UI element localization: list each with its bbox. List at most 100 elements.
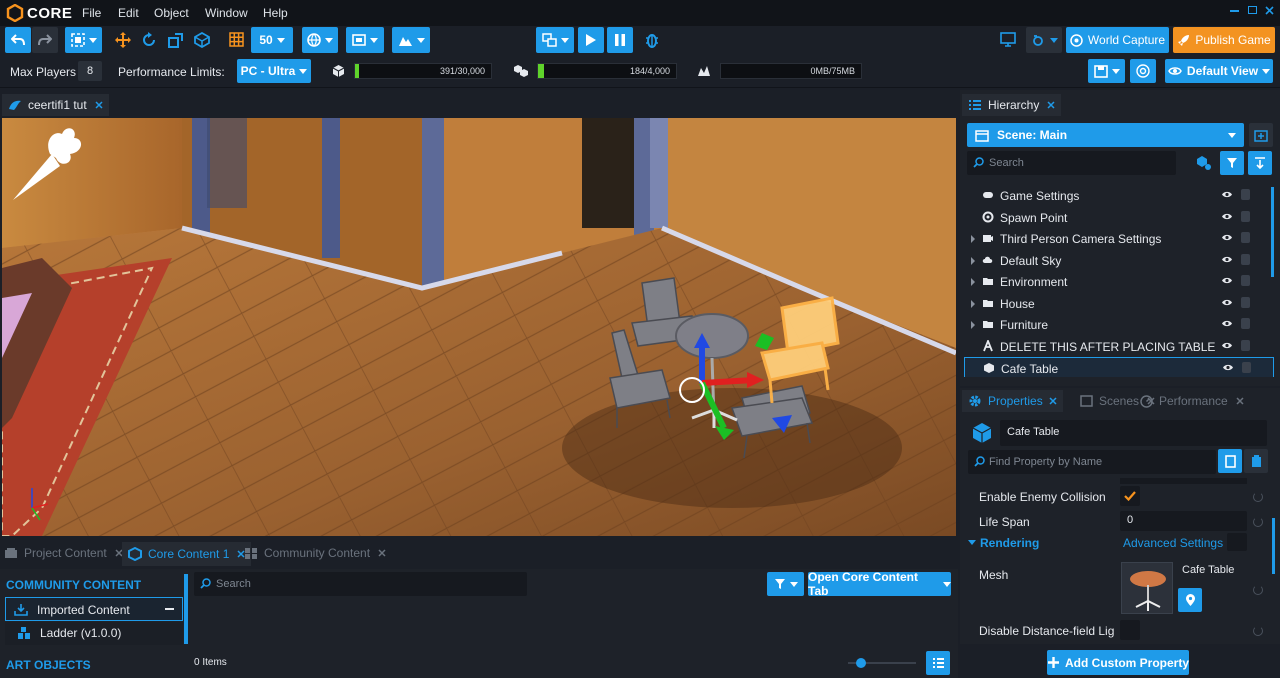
reset-icon[interactable]	[1253, 517, 1263, 527]
grid-snap-icon[interactable]	[229, 32, 244, 47]
world-local-dropdown[interactable]	[302, 27, 338, 53]
lock-icon[interactable]	[1241, 318, 1250, 329]
expand-arrow-icon[interactable]	[971, 299, 975, 308]
project-content-tab[interactable]: Project Content	[4, 546, 123, 560]
rendering-section-header[interactable]: Rendering	[980, 536, 1039, 550]
visibility-icon[interactable]	[1221, 276, 1233, 285]
world-space-icon[interactable]	[194, 32, 210, 48]
menu-window[interactable]: Window	[205, 6, 248, 20]
hierarchy-item-cafe-table[interactable]: Cafe Table	[964, 357, 1274, 377]
lock-icon[interactable]	[1241, 253, 1250, 265]
reset-icon[interactable]	[1253, 585, 1263, 595]
expand-arrow-icon[interactable]	[971, 235, 975, 243]
lock-icon[interactable]	[1242, 362, 1251, 373]
camera-capture-dropdown[interactable]	[1026, 27, 1062, 53]
visibility-icon[interactable]	[1221, 298, 1233, 307]
lock-icon[interactable]	[1241, 275, 1250, 286]
hierarchy-item-camera-settings[interactable]: Third Person Camera Settings	[964, 228, 1274, 249]
new-scene-button[interactable]	[1249, 123, 1273, 147]
menu-object[interactable]: Object	[154, 6, 189, 20]
open-core-content-tab-button[interactable]: Open Core Content Tab	[808, 570, 951, 598]
imported-content-item[interactable]: Imported Content	[5, 597, 183, 621]
properties-tab[interactable]: Properties	[962, 390, 1063, 412]
close-tab-icon[interactable]	[1049, 397, 1057, 405]
list-view-button[interactable]	[926, 651, 950, 675]
hierarchy-search-input[interactable]: Search	[967, 151, 1176, 175]
hierarchy-scrollbar[interactable]	[1271, 187, 1274, 277]
selection-mode-button[interactable]	[65, 27, 102, 53]
max-players-input[interactable]: 8	[78, 61, 102, 81]
lock-icon[interactable]	[1241, 232, 1250, 243]
close-tab-icon[interactable]	[378, 549, 386, 557]
category-scrollbar[interactable]	[184, 574, 188, 644]
visibility-icon[interactable]	[1221, 190, 1233, 199]
core-content-tab[interactable]: Core Content 1	[122, 542, 252, 566]
content-filter-dropdown[interactable]	[767, 572, 804, 596]
terrain-dropdown[interactable]	[392, 27, 430, 53]
hierarchy-item-game-settings[interactable]: Game Settings	[964, 185, 1274, 206]
ladder-item[interactable]: Ladder (v1.0.0)	[5, 622, 183, 645]
screen-share-icon[interactable]	[1000, 32, 1016, 47]
play-button[interactable]	[578, 27, 604, 53]
reset-icon[interactable]	[1253, 492, 1263, 502]
visibility-icon[interactable]	[1221, 212, 1233, 221]
menu-file[interactable]: File	[82, 6, 101, 20]
object-name-input[interactable]: Cafe Table	[1000, 420, 1267, 446]
close-tab-icon[interactable]	[95, 101, 103, 109]
viewport-tab[interactable]: ceertifi1 tut	[2, 94, 109, 116]
hierarchy-item-house[interactable]: House	[964, 293, 1274, 314]
snap-value-dropdown[interactable]: 50	[251, 27, 293, 53]
scene-viewport[interactable]	[2, 118, 956, 536]
scale-icon[interactable]	[168, 32, 184, 48]
lock-icon[interactable]	[1241, 210, 1250, 222]
visibility-icon[interactable]	[1221, 341, 1233, 350]
properties-scrollbar[interactable]	[1272, 518, 1275, 574]
close-tab-icon[interactable]	[1047, 101, 1055, 109]
menu-edit[interactable]: Edit	[118, 6, 139, 20]
object-filter-icon[interactable]	[1196, 155, 1212, 171]
community-content-header[interactable]: COMMUNITY CONTENT	[6, 578, 141, 592]
menu-help[interactable]: Help	[263, 6, 288, 20]
expand-arrow-icon[interactable]	[971, 321, 975, 329]
wifi-button[interactable]	[1130, 59, 1156, 83]
advanced-settings-checkbox[interactable]	[1227, 533, 1247, 551]
multiplayer-preview-dropdown[interactable]	[536, 27, 574, 53]
copy-properties-button[interactable]	[1218, 449, 1242, 473]
hierarchy-item-spawn-point[interactable]: Spawn Point	[964, 207, 1274, 228]
reset-icon[interactable]	[1253, 626, 1263, 636]
hierarchy-item-furniture[interactable]: Furniture	[964, 314, 1274, 335]
find-property-input[interactable]: Find Property by Name	[968, 450, 1216, 474]
add-custom-property-button[interactable]: Add Custom Property	[1047, 650, 1189, 675]
disable-distance-field-checkbox[interactable]	[1120, 620, 1140, 640]
hierarchy-tab[interactable]: Hierarchy	[962, 94, 1062, 116]
pause-button[interactable]	[607, 27, 633, 53]
performance-tab[interactable]: Performance	[1140, 394, 1244, 408]
minimize-icon[interactable]	[1230, 10, 1239, 12]
publish-game-button[interactable]: Publish Game	[1173, 27, 1275, 53]
paste-properties-button[interactable]	[1244, 449, 1268, 473]
hierarchy-item-delete-note[interactable]: DELETE THIS AFTER PLACING TABLE	[964, 336, 1274, 357]
collapse-all-button[interactable]	[1248, 151, 1272, 175]
restore-icon[interactable]	[1248, 6, 1257, 14]
scene-selector[interactable]: Scene: Main	[967, 123, 1244, 147]
debug-icon[interactable]	[645, 32, 659, 48]
world-capture-button[interactable]: World Capture	[1066, 27, 1169, 53]
collapse-arrow-icon[interactable]	[968, 540, 976, 545]
hierarchy-item-environment[interactable]: Environment	[964, 271, 1274, 292]
platform-dropdown[interactable]: PC - Ultra	[237, 59, 311, 83]
scene-render[interactable]	[2, 118, 956, 536]
lock-icon[interactable]	[1241, 339, 1250, 351]
mesh-picker-button[interactable]	[1178, 588, 1202, 612]
rotate-icon[interactable]	[141, 32, 157, 48]
move-icon[interactable]	[115, 32, 131, 48]
enable-enemy-collision-checkbox[interactable]	[1120, 486, 1140, 506]
redo-button[interactable]	[32, 27, 58, 53]
community-content-tab[interactable]: Community Content	[244, 546, 386, 560]
expand-arrow-icon[interactable]	[971, 278, 975, 286]
visibility-icon[interactable]	[1221, 233, 1233, 242]
visibility-icon[interactable]	[1221, 255, 1233, 264]
content-search-input[interactable]: Search	[194, 572, 527, 596]
collapse-minus-icon[interactable]	[165, 608, 174, 610]
camera-mode-dropdown[interactable]	[346, 27, 384, 53]
visibility-icon[interactable]	[1221, 319, 1233, 328]
